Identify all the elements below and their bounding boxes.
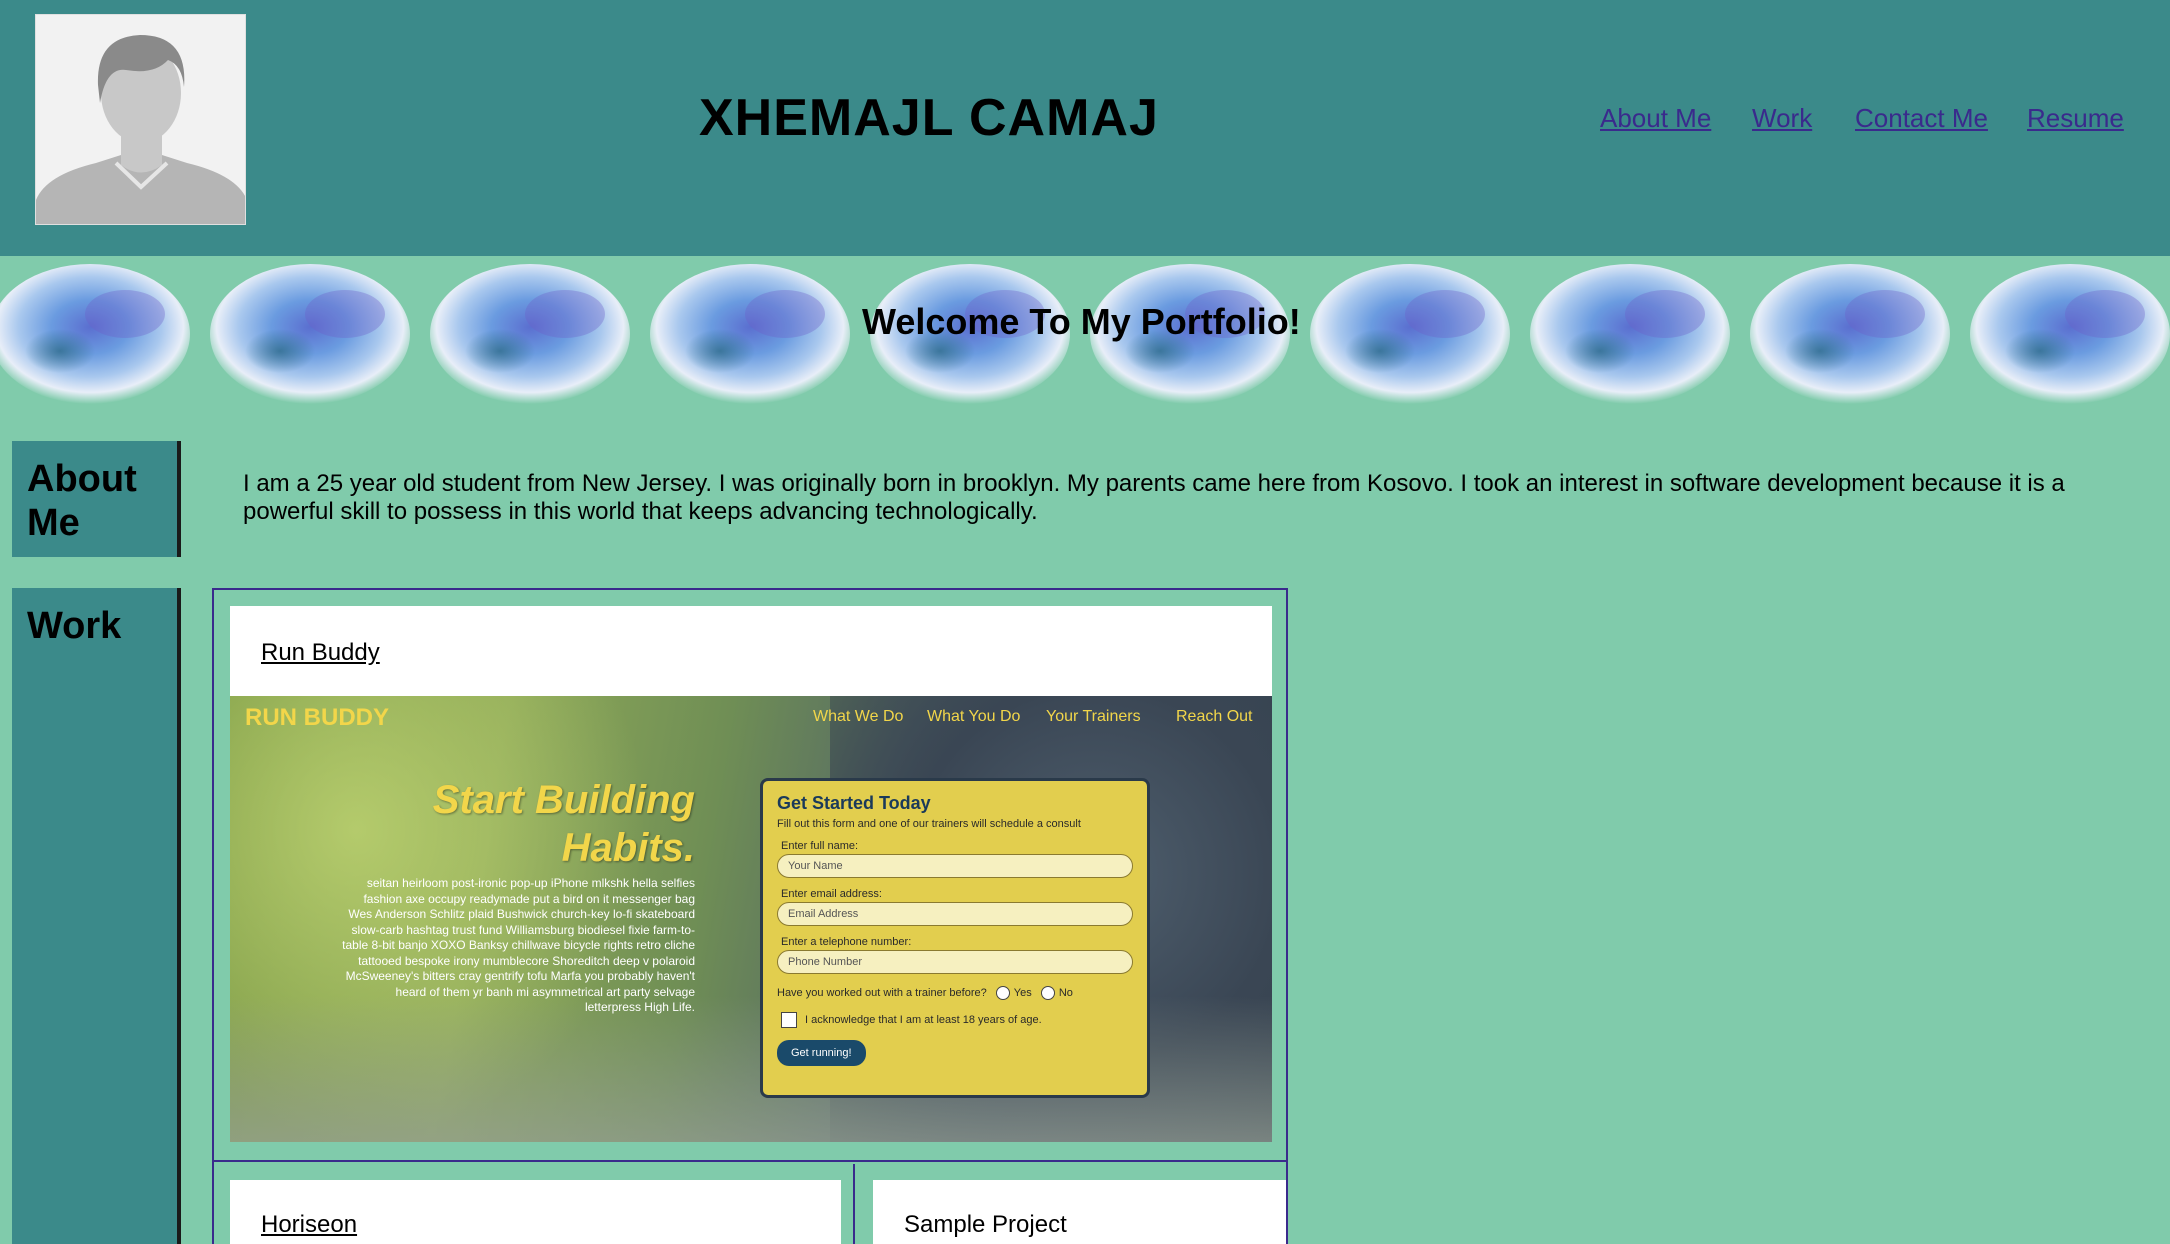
project-card-header: Run Buddy bbox=[230, 606, 1272, 696]
rb-form-subtitle: Fill out this form and one of our traine… bbox=[777, 818, 1081, 830]
rb-acknowledge-text: I acknowledge that I am at least 18 year… bbox=[805, 1013, 1042, 1026]
work-grid: Run Buddy RUN BUDDY What We Do What You … bbox=[212, 588, 1288, 1244]
radio-icon bbox=[1040, 986, 1055, 1000]
project-card-header: Sample Project bbox=[873, 1180, 1286, 1244]
rb-signup-form: Get Started Today Fill out this form and… bbox=[760, 778, 1150, 1098]
rb-body-text: seitan heirloom post-ironic pop-up iPhon… bbox=[342, 876, 695, 1014]
project-card-run-buddy: Run Buddy RUN BUDDY What We Do What You … bbox=[214, 590, 1286, 1162]
banner-title: Welcome To My Portfolio! bbox=[862, 301, 1301, 342]
rb-nav-item: What We Do bbox=[813, 708, 904, 725]
project-card-sample: Sample Project bbox=[857, 1164, 1286, 1244]
rb-hero-text: Start Building Habits. bbox=[432, 778, 695, 870]
rb-phone-input: Phone Number bbox=[777, 950, 1133, 974]
main-nav: About Me Work Contact Me Resume bbox=[0, 103, 2170, 143]
project-card-horiseon: Horiseon bbox=[214, 1164, 855, 1244]
site-header: XHEMAJL CAMAJ About Me Work Contact Me R… bbox=[0, 0, 2170, 256]
rb-email-input: Email Address bbox=[777, 902, 1133, 926]
rb-submit-button: Get running! bbox=[777, 1040, 866, 1066]
project-link-horiseon[interactable]: Horiseon bbox=[261, 1211, 357, 1238]
rb-name-label: Enter full name: bbox=[781, 840, 859, 852]
rb-question-text: Have you worked out with a trainer befor… bbox=[777, 986, 987, 999]
rb-nav-item: Reach Out bbox=[1176, 708, 1253, 725]
nav-link-about-me[interactable]: About Me bbox=[1600, 103, 1711, 134]
rb-yes-label: Yes bbox=[1013, 986, 1032, 999]
rb-logo: RUN BUDDY bbox=[245, 704, 389, 731]
nav-link-work[interactable]: Work bbox=[1752, 103, 1812, 134]
rb-trainer-question: Have you worked out with a trainer befor… bbox=[777, 986, 1133, 1000]
nav-link-contact-me[interactable]: Contact Me bbox=[1855, 103, 1988, 134]
radio-icon bbox=[995, 986, 1010, 1000]
project-link-run-buddy[interactable]: Run Buddy bbox=[261, 639, 380, 666]
rb-age-check: I acknowledge that I am at least 18 year… bbox=[781, 1012, 1133, 1028]
nav-link-resume[interactable]: Resume bbox=[2027, 103, 2124, 134]
rb-email-label: Enter email address: bbox=[781, 888, 882, 900]
about-me-heading: About Me bbox=[12, 441, 181, 557]
checkbox-icon bbox=[781, 1012, 797, 1028]
rb-no-label: No bbox=[1058, 986, 1073, 999]
project-title-sample: Sample Project bbox=[904, 1211, 1067, 1238]
about-me-text: I am a 25 year old student from New Jers… bbox=[243, 470, 2065, 525]
project-card-header: Horiseon bbox=[230, 1180, 841, 1244]
rb-nav-item: What You Do bbox=[927, 708, 1021, 725]
project-screenshot-run-buddy[interactable]: RUN BUDDY What We Do What You Do Your Tr… bbox=[230, 696, 1272, 1142]
work-heading: Work bbox=[12, 588, 181, 1244]
rb-form-title: Get Started Today bbox=[777, 793, 931, 813]
rb-nav-item: Your Trainers bbox=[1046, 708, 1141, 725]
rb-phone-label: Enter a telephone number: bbox=[781, 936, 912, 948]
rb-name-input: Your Name bbox=[777, 854, 1133, 878]
